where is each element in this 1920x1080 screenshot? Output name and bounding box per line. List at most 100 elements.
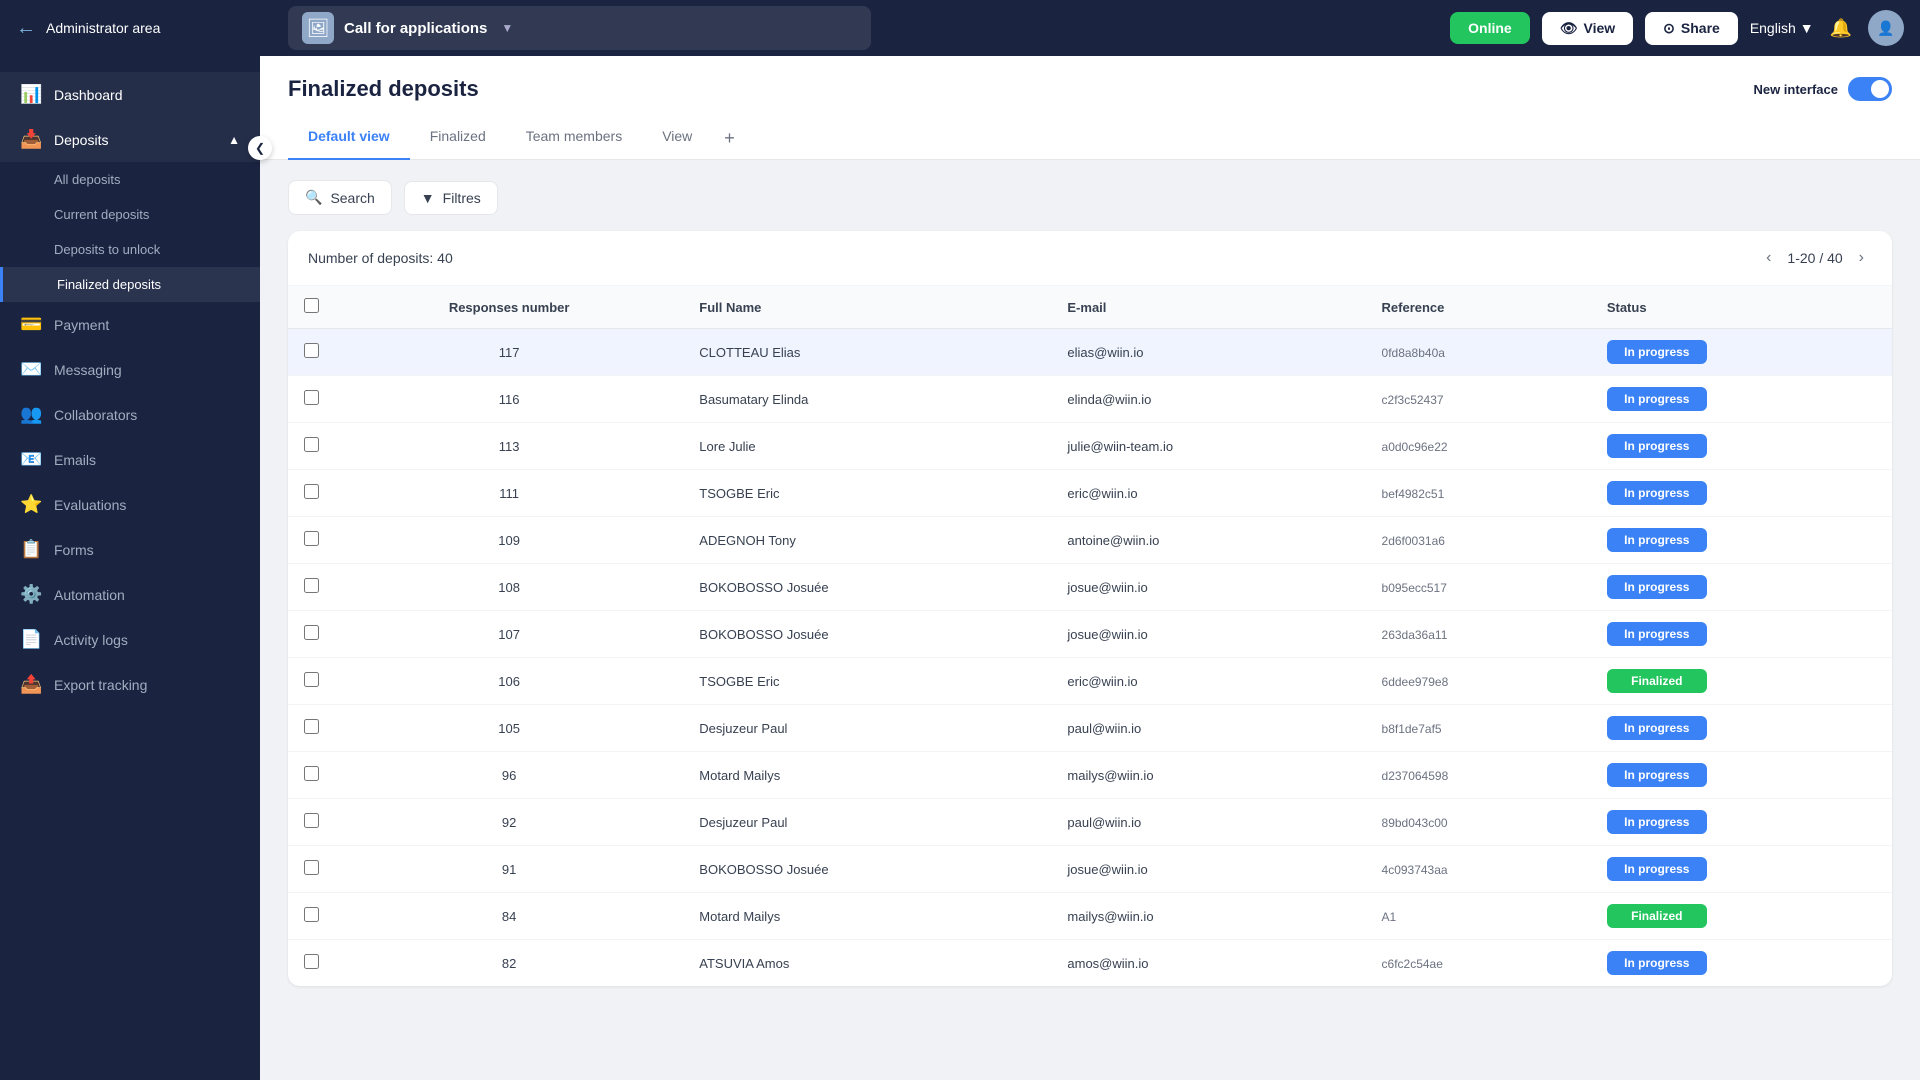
online-button[interactable]: Online [1450, 12, 1530, 44]
user-avatar[interactable]: 👤 [1868, 10, 1904, 46]
table-row[interactable]: 91 BOKOBOSSO Josuée josue@wiin.io 4c0937… [288, 846, 1892, 893]
sidebar-item-finalized-deposits[interactable]: Finalized deposits [0, 267, 260, 302]
status-badge: In progress [1607, 810, 1707, 834]
tab-label: Default view [308, 128, 390, 144]
row-number: 92 [335, 799, 683, 846]
table-row[interactable]: 106 TSOGBE Eric eric@wiin.io 6ddee979e8 … [288, 658, 1892, 705]
sidebar-item-label: Emails [54, 452, 96, 468]
row-checkbox[interactable] [304, 625, 319, 640]
sidebar-sub-label: Deposits to unlock [54, 242, 160, 257]
table-row[interactable]: 113 Lore Julie julie@wiin-team.io a0d0c9… [288, 423, 1892, 470]
status-badge: In progress [1607, 481, 1707, 505]
prev-page-button[interactable]: ‹ [1758, 245, 1779, 271]
tab-view[interactable]: View [642, 118, 712, 160]
sidebar-item-collaborators[interactable]: 👥 Collaborators [0, 392, 260, 437]
dashboard-icon: 📊 [20, 84, 42, 105]
back-icon[interactable]: ← [16, 17, 36, 40]
tab-team-members[interactable]: Team members [506, 118, 642, 160]
col-responses-number: Responses number [335, 286, 683, 329]
row-reference: c2f3c52437 [1366, 376, 1591, 423]
row-checkbox-cell [288, 376, 335, 423]
sidebar-item-deposits[interactable]: 📥 Deposits ▲ [0, 117, 260, 162]
page-info: 1-20 / 40 [1787, 250, 1842, 266]
table-row[interactable]: 82 ATSUVIA Amos amos@wiin.io c6fc2c54ae … [288, 940, 1892, 987]
row-checkbox[interactable] [304, 813, 319, 828]
chevron-up-icon: ▲ [228, 133, 240, 147]
sidebar-item-messaging[interactable]: ✉️ Messaging [0, 347, 260, 392]
main-layout: ❮ 📊 Dashboard 📥 Deposits ▲ All deposits … [0, 56, 1920, 1080]
row-checkbox[interactable] [304, 719, 319, 734]
row-email: elinda@wiin.io [1051, 376, 1365, 423]
table-row[interactable]: 111 TSOGBE Eric eric@wiin.io bef4982c51 … [288, 470, 1892, 517]
row-checkbox[interactable] [304, 672, 319, 687]
col-full-name: Full Name [683, 286, 1051, 329]
row-number: 96 [335, 752, 683, 799]
row-checkbox[interactable] [304, 343, 319, 358]
row-checkbox[interactable] [304, 766, 319, 781]
tabs-bar: Default view Finalized Team members View… [288, 118, 1892, 159]
table-row[interactable]: 84 Motard Mailys mailys@wiin.io A1 Final… [288, 893, 1892, 940]
table-row[interactable]: 109 ADEGNOH Tony antoine@wiin.io 2d6f003… [288, 517, 1892, 564]
view-button[interactable]: 👁 View [1542, 12, 1633, 45]
tab-label: Finalized [430, 128, 486, 144]
sidebar-item-current-deposits[interactable]: Current deposits [0, 197, 260, 232]
select-all-checkbox[interactable] [304, 298, 319, 313]
add-tab-button[interactable]: + [712, 118, 747, 159]
row-number: 111 [335, 470, 683, 517]
page-title-area: Finalized deposits New interface [288, 76, 1892, 102]
row-checkbox[interactable] [304, 390, 319, 405]
sidebar-item-emails[interactable]: 📧 Emails [0, 437, 260, 482]
table-row[interactable]: 107 BOKOBOSSO Josuée josue@wiin.io 263da… [288, 611, 1892, 658]
row-email: josue@wiin.io [1051, 564, 1365, 611]
row-name: BOKOBOSSO Josuée [683, 564, 1051, 611]
sidebar-item-automation[interactable]: ⚙️ Automation [0, 572, 260, 617]
sidebar-item-label: Deposits [54, 132, 108, 148]
toggle-switch[interactable] [1848, 77, 1892, 101]
content-area: 🔍 Search ▼ Filtres Number of deposits: 4… [260, 160, 1920, 1006]
new-interface-toggle[interactable]: New interface [1753, 77, 1892, 101]
sidebar-collapse-button[interactable]: ❮ [248, 136, 272, 160]
table-row[interactable]: 105 Desjuzeur Paul paul@wiin.io b8f1de7a… [288, 705, 1892, 752]
toggle-knob [1871, 80, 1889, 98]
row-reference: 263da36a11 [1366, 611, 1591, 658]
next-page-button[interactable]: › [1851, 245, 1872, 271]
share-button[interactable]: ⊙ Share [1645, 12, 1738, 45]
sidebar-item-payment[interactable]: 💳 Payment [0, 302, 260, 347]
row-checkbox[interactable] [304, 484, 319, 499]
sidebar-item-export-tracking[interactable]: 📤 Export tracking [0, 662, 260, 707]
tab-default-view[interactable]: Default view [288, 118, 410, 160]
select-all-header[interactable] [288, 286, 335, 329]
row-checkbox[interactable] [304, 954, 319, 969]
table-row[interactable]: 108 BOKOBOSSO Josuée josue@wiin.io b095e… [288, 564, 1892, 611]
sidebar-item-deposits-to-unlock[interactable]: Deposits to unlock [0, 232, 260, 267]
language-selector[interactable]: English ▼ [1750, 20, 1814, 36]
table-meta: Number of deposits: 40 ‹ 1-20 / 40 › [288, 231, 1892, 286]
app-selector[interactable]: 🖼 Call for applications ▼ [288, 6, 871, 50]
filters-button[interactable]: ▼ Filtres [404, 181, 498, 215]
table-row[interactable]: 96 Motard Mailys mailys@wiin.io d2370645… [288, 752, 1892, 799]
row-checkbox[interactable] [304, 907, 319, 922]
sidebar-item-dashboard[interactable]: 📊 Dashboard [0, 72, 260, 117]
sidebar-item-activity-logs[interactable]: 📄 Activity logs [0, 617, 260, 662]
row-checkbox-cell [288, 846, 335, 893]
table-row[interactable]: 116 Basumatary Elinda elinda@wiin.io c2f… [288, 376, 1892, 423]
row-status: In progress [1591, 846, 1892, 893]
search-button[interactable]: 🔍 Search [288, 180, 392, 215]
table-row[interactable]: 117 CLOTTEAU Elias elias@wiin.io 0fd8a8b… [288, 329, 1892, 376]
row-checkbox[interactable] [304, 531, 319, 546]
notifications-icon[interactable]: 🔔 [1830, 18, 1852, 39]
row-number: 107 [335, 611, 683, 658]
tab-finalized[interactable]: Finalized [410, 118, 506, 160]
sidebar-item-all-deposits[interactable]: All deposits [0, 162, 260, 197]
tab-label: Team members [526, 128, 622, 144]
col-email: E-mail [1051, 286, 1365, 329]
app-name: Call for applications [344, 20, 487, 37]
sidebar-item-evaluations[interactable]: ⭐ Evaluations [0, 482, 260, 527]
table-row[interactable]: 92 Desjuzeur Paul paul@wiin.io 89bd043c0… [288, 799, 1892, 846]
row-checkbox-cell [288, 423, 335, 470]
row-checkbox[interactable] [304, 578, 319, 593]
row-checkbox[interactable] [304, 860, 319, 875]
row-reference: A1 [1366, 893, 1591, 940]
sidebar-item-forms[interactable]: 📋 Forms [0, 527, 260, 572]
row-checkbox[interactable] [304, 437, 319, 452]
